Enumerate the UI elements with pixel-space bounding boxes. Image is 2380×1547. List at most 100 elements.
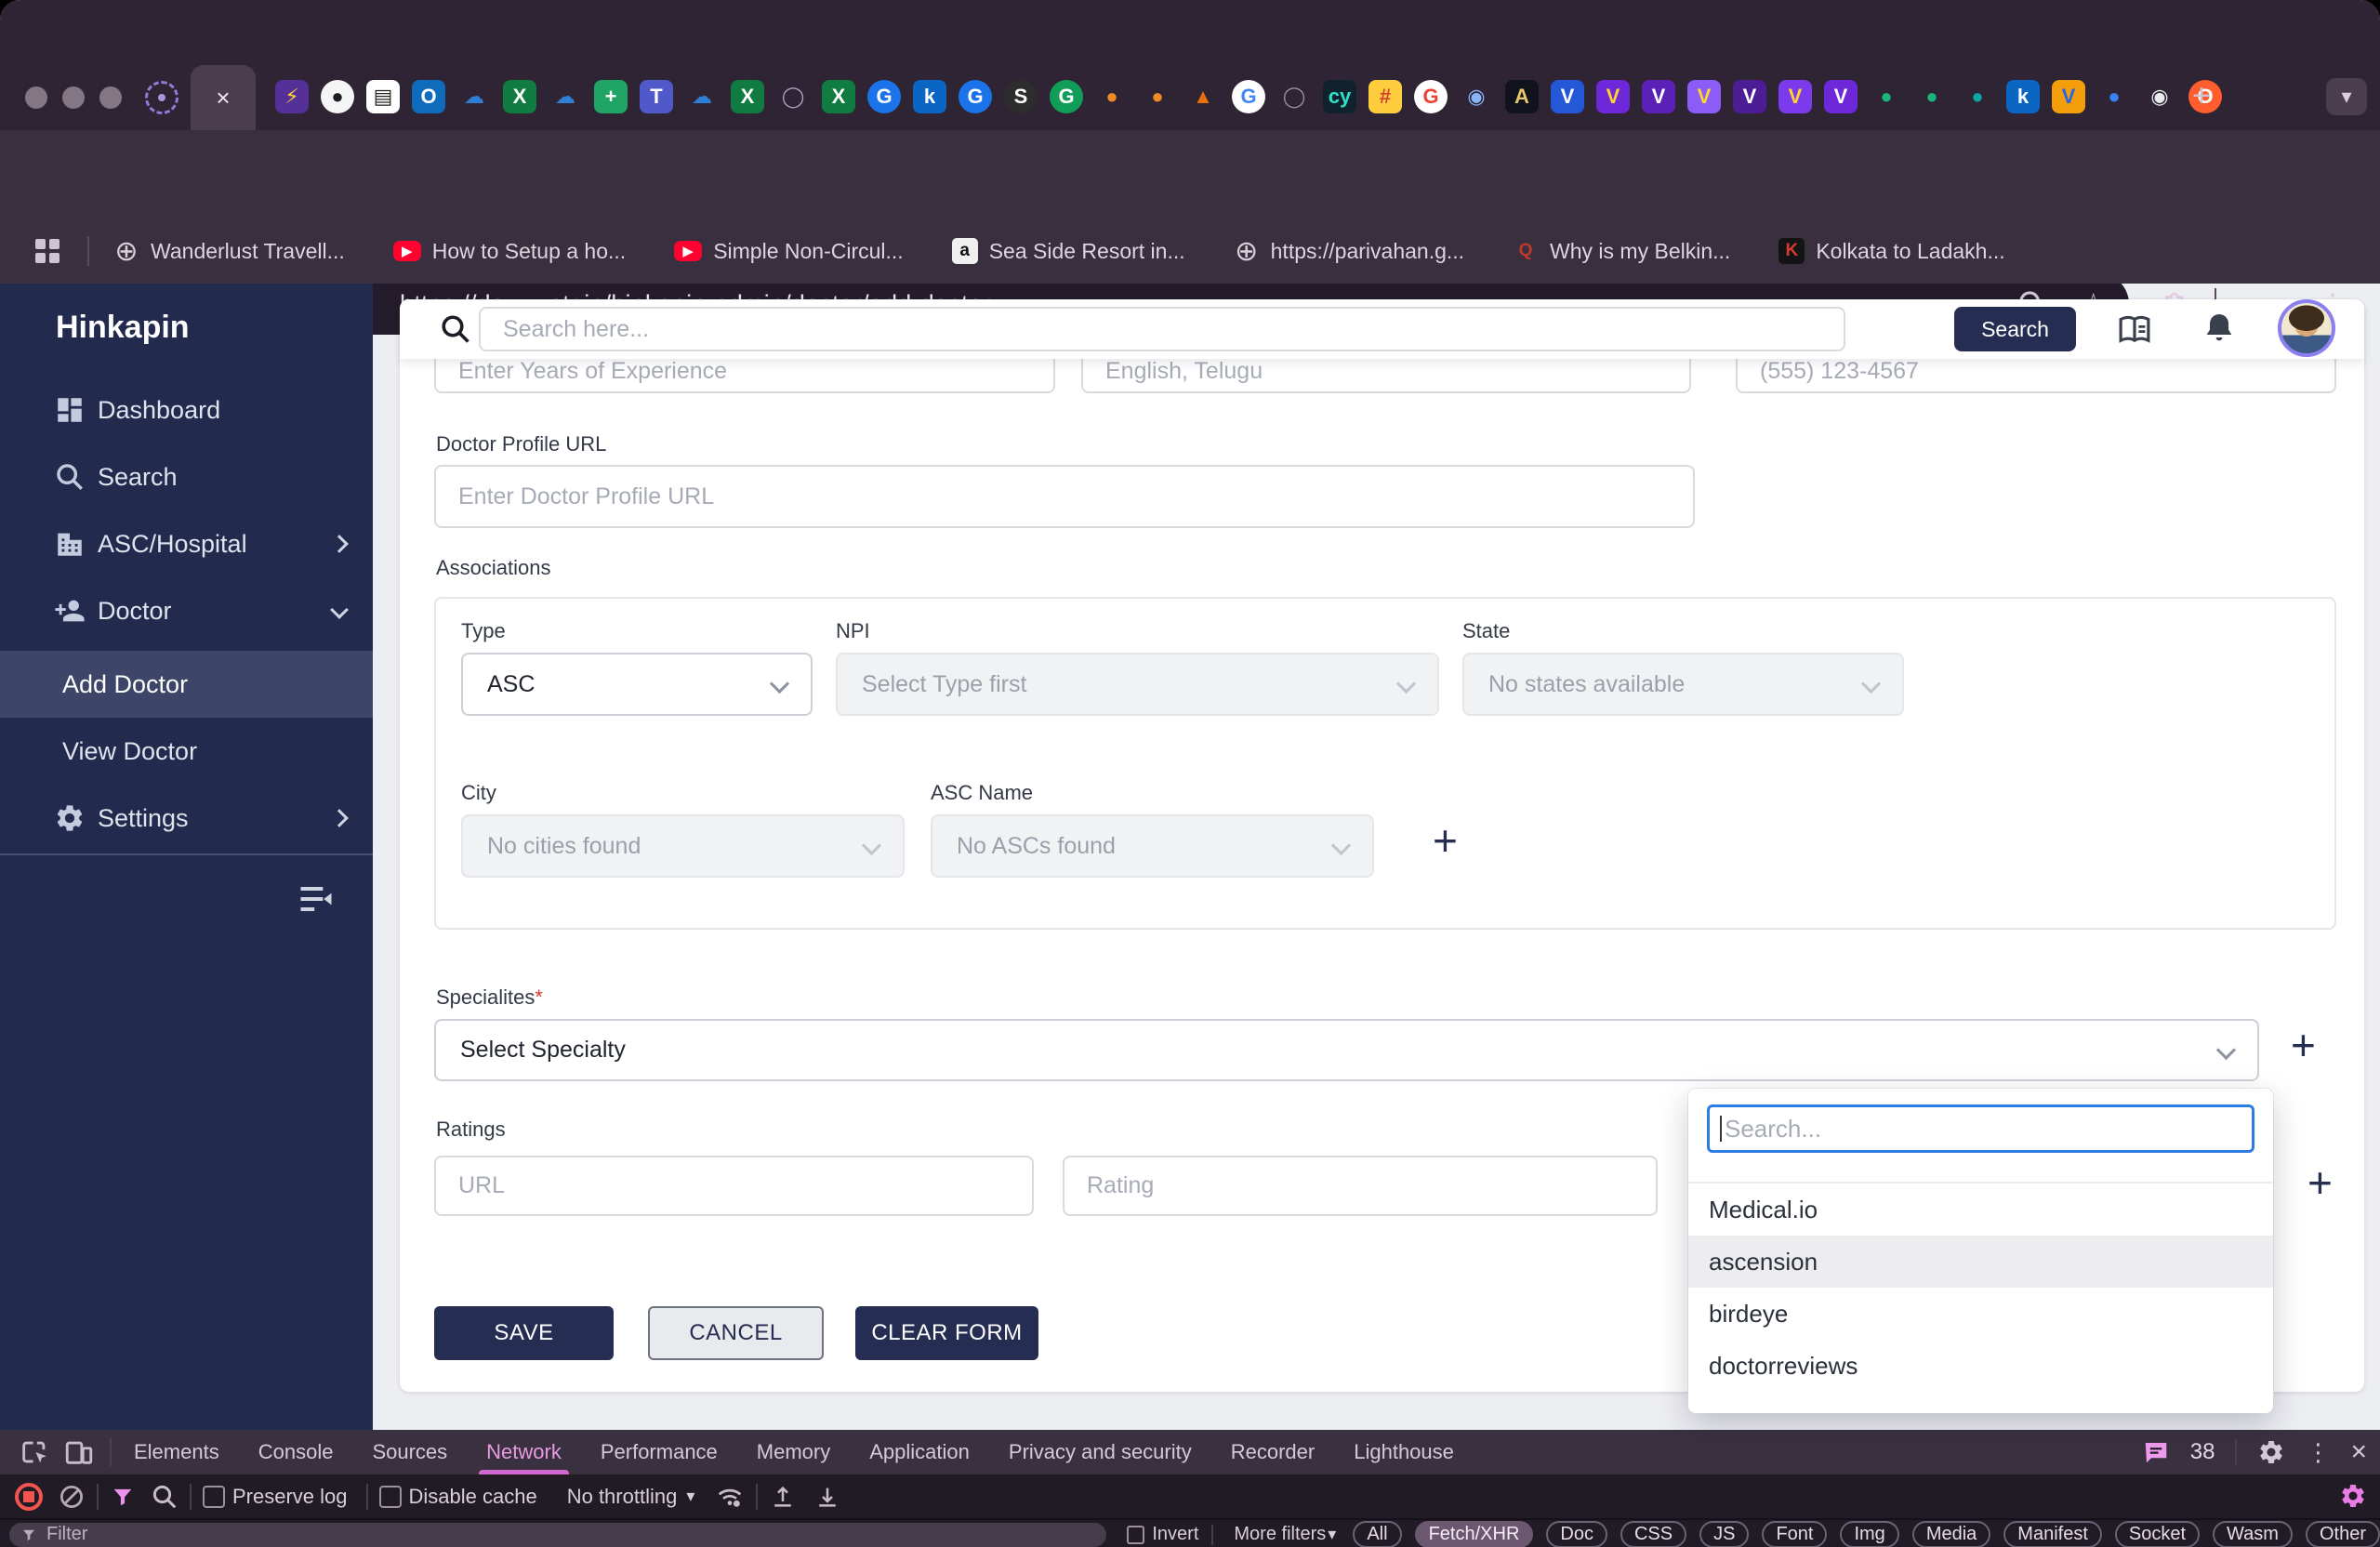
pinned-tab-favicon[interactable]: G — [867, 80, 901, 113]
invert-checkbox[interactable] — [1126, 1525, 1145, 1544]
add-rating-button[interactable]: + — [2307, 1161, 2333, 1204]
request-type-chip[interactable]: Fetch/XHR — [1414, 1521, 1534, 1547]
form-input-clipped[interactable]: Enter Years of Experience — [434, 358, 1055, 393]
pinned-tab-favicon[interactable]: + — [594, 80, 628, 113]
pinned-tab-favicon[interactable]: V — [1733, 80, 1766, 113]
clear-network-log-icon[interactable] — [58, 1483, 86, 1511]
request-type-chip[interactable]: Socket — [2114, 1521, 2201, 1547]
city-select[interactable]: No cities found — [461, 814, 905, 878]
notifications-bell-icon[interactable] — [2201, 310, 2238, 347]
pinned-tab-favicon[interactable]: O — [412, 80, 445, 113]
dropdown-option[interactable]: ascension — [1688, 1236, 2273, 1288]
import-har-icon[interactable] — [769, 1483, 797, 1511]
devtools-tab[interactable]: Application — [869, 1430, 970, 1474]
console-messages-icon[interactable] — [2142, 1438, 2170, 1466]
rating-url-input[interactable] — [434, 1156, 1034, 1216]
book-toggle-icon[interactable] — [2115, 310, 2154, 349]
pinned-tab-favicon[interactable]: X — [503, 80, 536, 113]
pinned-tab-favicon[interactable]: G — [1414, 80, 1448, 113]
devtools-settings-gear-icon[interactable] — [2257, 1438, 2285, 1466]
devtools-tab[interactable]: Elements — [134, 1430, 219, 1474]
search-button[interactable]: Search — [1954, 307, 2076, 351]
pinned-tab-favicon[interactable]: ◉ — [1460, 80, 1493, 113]
pinned-tab-favicon[interactable]: V — [1824, 80, 1858, 113]
bookmark-item[interactable]: ⊕ Wanderlust Travell... — [113, 236, 344, 267]
pinned-tab-favicon[interactable]: ☁ — [685, 80, 719, 113]
type-select[interactable]: ASC — [461, 653, 813, 716]
inspect-element-icon[interactable] — [19, 1436, 50, 1468]
request-type-chip[interactable]: Other — [2305, 1521, 2380, 1547]
profile-url-input[interactable] — [434, 465, 1695, 528]
dropdown-option[interactable]: Medical.io — [1688, 1183, 2273, 1236]
pinned-tab-favicon[interactable]: ☁ — [549, 80, 582, 113]
add-association-button[interactable]: + — [1433, 819, 1458, 862]
search-network-icon[interactable] — [151, 1483, 178, 1511]
rating-value-input[interactable] — [1063, 1156, 1658, 1216]
bookmark-item[interactable]: ▶ Simple Non-Circul... — [674, 239, 904, 264]
zoom-window-button[interactable] — [99, 86, 122, 109]
dropdown-option[interactable]: doctorreviews — [1688, 1340, 2273, 1392]
pinned-tab-favicon[interactable]: ◉ — [2143, 80, 2176, 113]
request-type-chip[interactable]: Wasm — [2213, 1521, 2293, 1547]
apps-grid-icon[interactable] — [35, 239, 60, 263]
form-input-clipped[interactable]: (555) 123-4567 — [1736, 358, 2336, 393]
pinned-tab-favicon[interactable]: V — [1596, 80, 1630, 113]
sidebar-item-settings[interactable]: Settings — [0, 785, 373, 852]
pinned-tab-favicon[interactable]: ⚡ — [275, 80, 309, 113]
form-input-clipped[interactable]: English, Telugu — [1081, 358, 1691, 393]
devtools-tab[interactable]: Sources — [372, 1430, 447, 1474]
npi-select[interactable]: Select Type first — [836, 653, 1439, 716]
pinned-tab-favicon[interactable]: V — [2052, 80, 2085, 113]
network-conditions-icon[interactable] — [715, 1482, 745, 1512]
sync-settings-gear-icon[interactable] — [2339, 1482, 2367, 1510]
pinned-tab-favicon[interactable]: G — [1050, 80, 1083, 113]
request-type-chip[interactable]: Img — [1840, 1521, 1899, 1547]
minimize-window-button[interactable] — [62, 86, 85, 109]
dropdown-search-input[interactable] — [1707, 1104, 2254, 1153]
pinned-tab-favicon[interactable]: T — [640, 80, 673, 113]
request-type-chip[interactable]: Font — [1762, 1521, 1828, 1547]
pinned-tab-favicon[interactable]: A — [1505, 80, 1539, 113]
pinned-tab-favicon[interactable]: V — [1778, 80, 1812, 113]
device-toolbar-icon[interactable] — [63, 1436, 95, 1468]
devtools-tab[interactable]: Memory — [757, 1430, 830, 1474]
pinned-tab-favicon[interactable]: ● — [1141, 80, 1174, 113]
pinned-tab-favicon[interactable]: ☁ — [457, 80, 491, 113]
network-filter-input[interactable] — [45, 1523, 1071, 1546]
pinned-tab-favicon[interactable]: ● — [2097, 80, 2131, 113]
tab-close-icon[interactable]: × — [216, 84, 230, 112]
pinned-tab-favicon[interactable]: ● — [1961, 80, 1994, 113]
pinned-tab-favicon[interactable]: ◯ — [1277, 80, 1311, 113]
sidebar-item-search[interactable]: Search — [0, 443, 373, 510]
pinned-tab-favicon[interactable]: # — [1368, 80, 1402, 113]
throttling-select[interactable]: No throttling — [567, 1485, 678, 1509]
pinned-tab-favicon[interactable]: ◯ — [776, 80, 810, 113]
more-filters-button[interactable]: More filters — [1234, 1524, 1326, 1545]
pinned-tab-favicon[interactable]: G — [959, 80, 992, 113]
bookmark-item[interactable]: ⊕ https://parivahan.g... — [1234, 236, 1464, 267]
add-specialty-button[interactable]: + — [2291, 1024, 2316, 1066]
pinned-tab-favicon[interactable]: ▤ — [366, 80, 400, 113]
bookmark-item[interactable]: Q Why is my Belkin... — [1513, 238, 1731, 264]
messages-count[interactable]: 38 — [2190, 1439, 2215, 1465]
pinned-tab-favicon[interactable]: ● — [1870, 80, 1903, 113]
network-filter-field[interactable] — [9, 1522, 1106, 1547]
pinned-tab-favicon[interactable]: ● — [321, 80, 354, 113]
pinned-tab-favicon[interactable]: cy — [1323, 80, 1356, 113]
sidebar-item-view-doctor[interactable]: View Doctor — [0, 718, 373, 785]
user-avatar[interactable] — [2278, 299, 2335, 357]
devtools-tab[interactable]: Lighthouse — [1354, 1430, 1454, 1474]
bookmark-item[interactable]: a Sea Side Resort in... — [951, 238, 1185, 264]
devtools-tab[interactable]: Performance — [601, 1430, 718, 1474]
devtools-tab[interactable]: Network — [479, 1430, 569, 1474]
dropdown-option[interactable]: birdeye — [1688, 1288, 2273, 1340]
sidebar-collapse-icon[interactable] — [296, 879, 337, 919]
specialty-select[interactable]: Select Specialty — [434, 1019, 2259, 1081]
pinned-tab-favicon[interactable]: k — [2006, 80, 2040, 113]
close-window-button[interactable] — [25, 86, 47, 109]
record-network-log-icon[interactable] — [15, 1482, 43, 1511]
request-type-chip[interactable]: JS — [1699, 1521, 1750, 1547]
pinned-tab-favicon[interactable]: V — [1642, 80, 1675, 113]
sidebar-item-dashboard[interactable]: Dashboard — [0, 377, 373, 443]
filter-funnel-icon[interactable] — [110, 1484, 136, 1510]
